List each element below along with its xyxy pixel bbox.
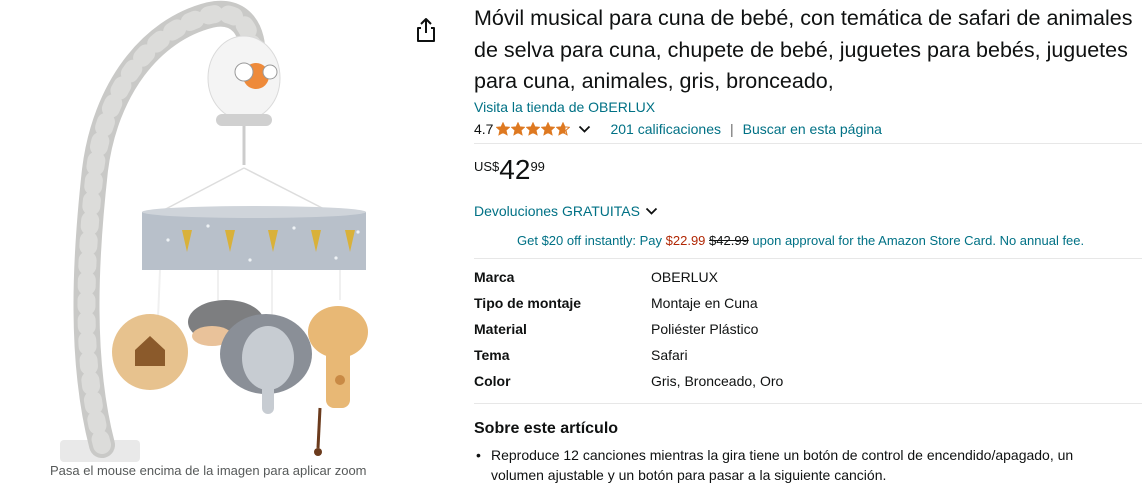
product-title: Móvil musical para cuna de bebé, con tem… xyxy=(474,6,1133,93)
returns-label: Devoluciones GRATUITAS xyxy=(474,203,640,219)
share-icon[interactable] xyxy=(414,17,438,43)
promo-suffix: upon approval for the Amazon Store Card.… xyxy=(752,233,1085,248)
star-icon xyxy=(541,122,556,136)
search-page-link[interactable]: Buscar en esta página xyxy=(743,121,882,137)
chevron-down-icon xyxy=(645,207,658,215)
ratings-count-link[interactable]: 201 calificaciones xyxy=(610,121,721,137)
about-bullets: Reproduce 12 canciones mientras la gira … xyxy=(474,445,1114,485)
price: US$ 42 99 xyxy=(474,153,545,187)
chevron-down-icon[interactable] xyxy=(578,124,591,134)
spec-label: Color xyxy=(474,373,511,389)
spec-label: Tipo de montaje xyxy=(474,295,582,311)
store-card-promo[interactable]: Get $20 off instantly: Pay $22.99 $42.99… xyxy=(517,233,1084,248)
price-symbol: US$ xyxy=(474,159,500,174)
spec-label: Tema xyxy=(474,347,510,363)
star-icon xyxy=(526,122,541,136)
star-icon xyxy=(556,122,571,136)
price-whole: 42 xyxy=(499,154,531,185)
rating-row: 4.7 201 calificaciones | Buscar en esta … xyxy=(474,119,882,139)
divider xyxy=(474,258,1142,259)
divider xyxy=(474,143,1142,144)
spec-label: Material xyxy=(474,321,527,337)
list-item: Reproduce 12 canciones mientras la gira … xyxy=(474,445,1114,485)
price-fraction: 99 xyxy=(530,159,545,174)
store-link[interactable]: Visita la tienda de OBERLUX xyxy=(474,99,655,115)
promo-sale-price: $22.99 xyxy=(665,233,706,248)
spec-value: Poliéster Plástico xyxy=(651,321,759,337)
spec-value: OBERLUX xyxy=(651,269,718,285)
spec-value: Gris, Bronceado, Oro xyxy=(651,373,784,389)
rating-separator: | xyxy=(729,121,734,137)
spec-label: Marca xyxy=(474,269,515,285)
product-image[interactable] xyxy=(40,0,420,462)
star-icon xyxy=(511,122,526,136)
star-icon xyxy=(496,122,511,136)
promo-prefix: Get $20 off instantly: Pay xyxy=(517,233,663,248)
returns-dropdown[interactable]: Devoluciones GRATUITAS xyxy=(474,203,658,219)
rating-value: 4.7 xyxy=(474,121,494,137)
spec-value: Montaje en Cuna xyxy=(651,295,758,311)
star-rating[interactable] xyxy=(496,122,571,136)
image-gallery: Pasa el mouse encima de la imagen para a… xyxy=(0,0,460,478)
spec-value: Safari xyxy=(651,347,688,363)
divider xyxy=(474,403,1142,404)
about-heading: Sobre este artículo xyxy=(474,420,619,437)
promo-original-price: $42.99 xyxy=(709,233,749,248)
zoom-hint: Pasa el mouse encima de la imagen para a… xyxy=(50,463,367,478)
